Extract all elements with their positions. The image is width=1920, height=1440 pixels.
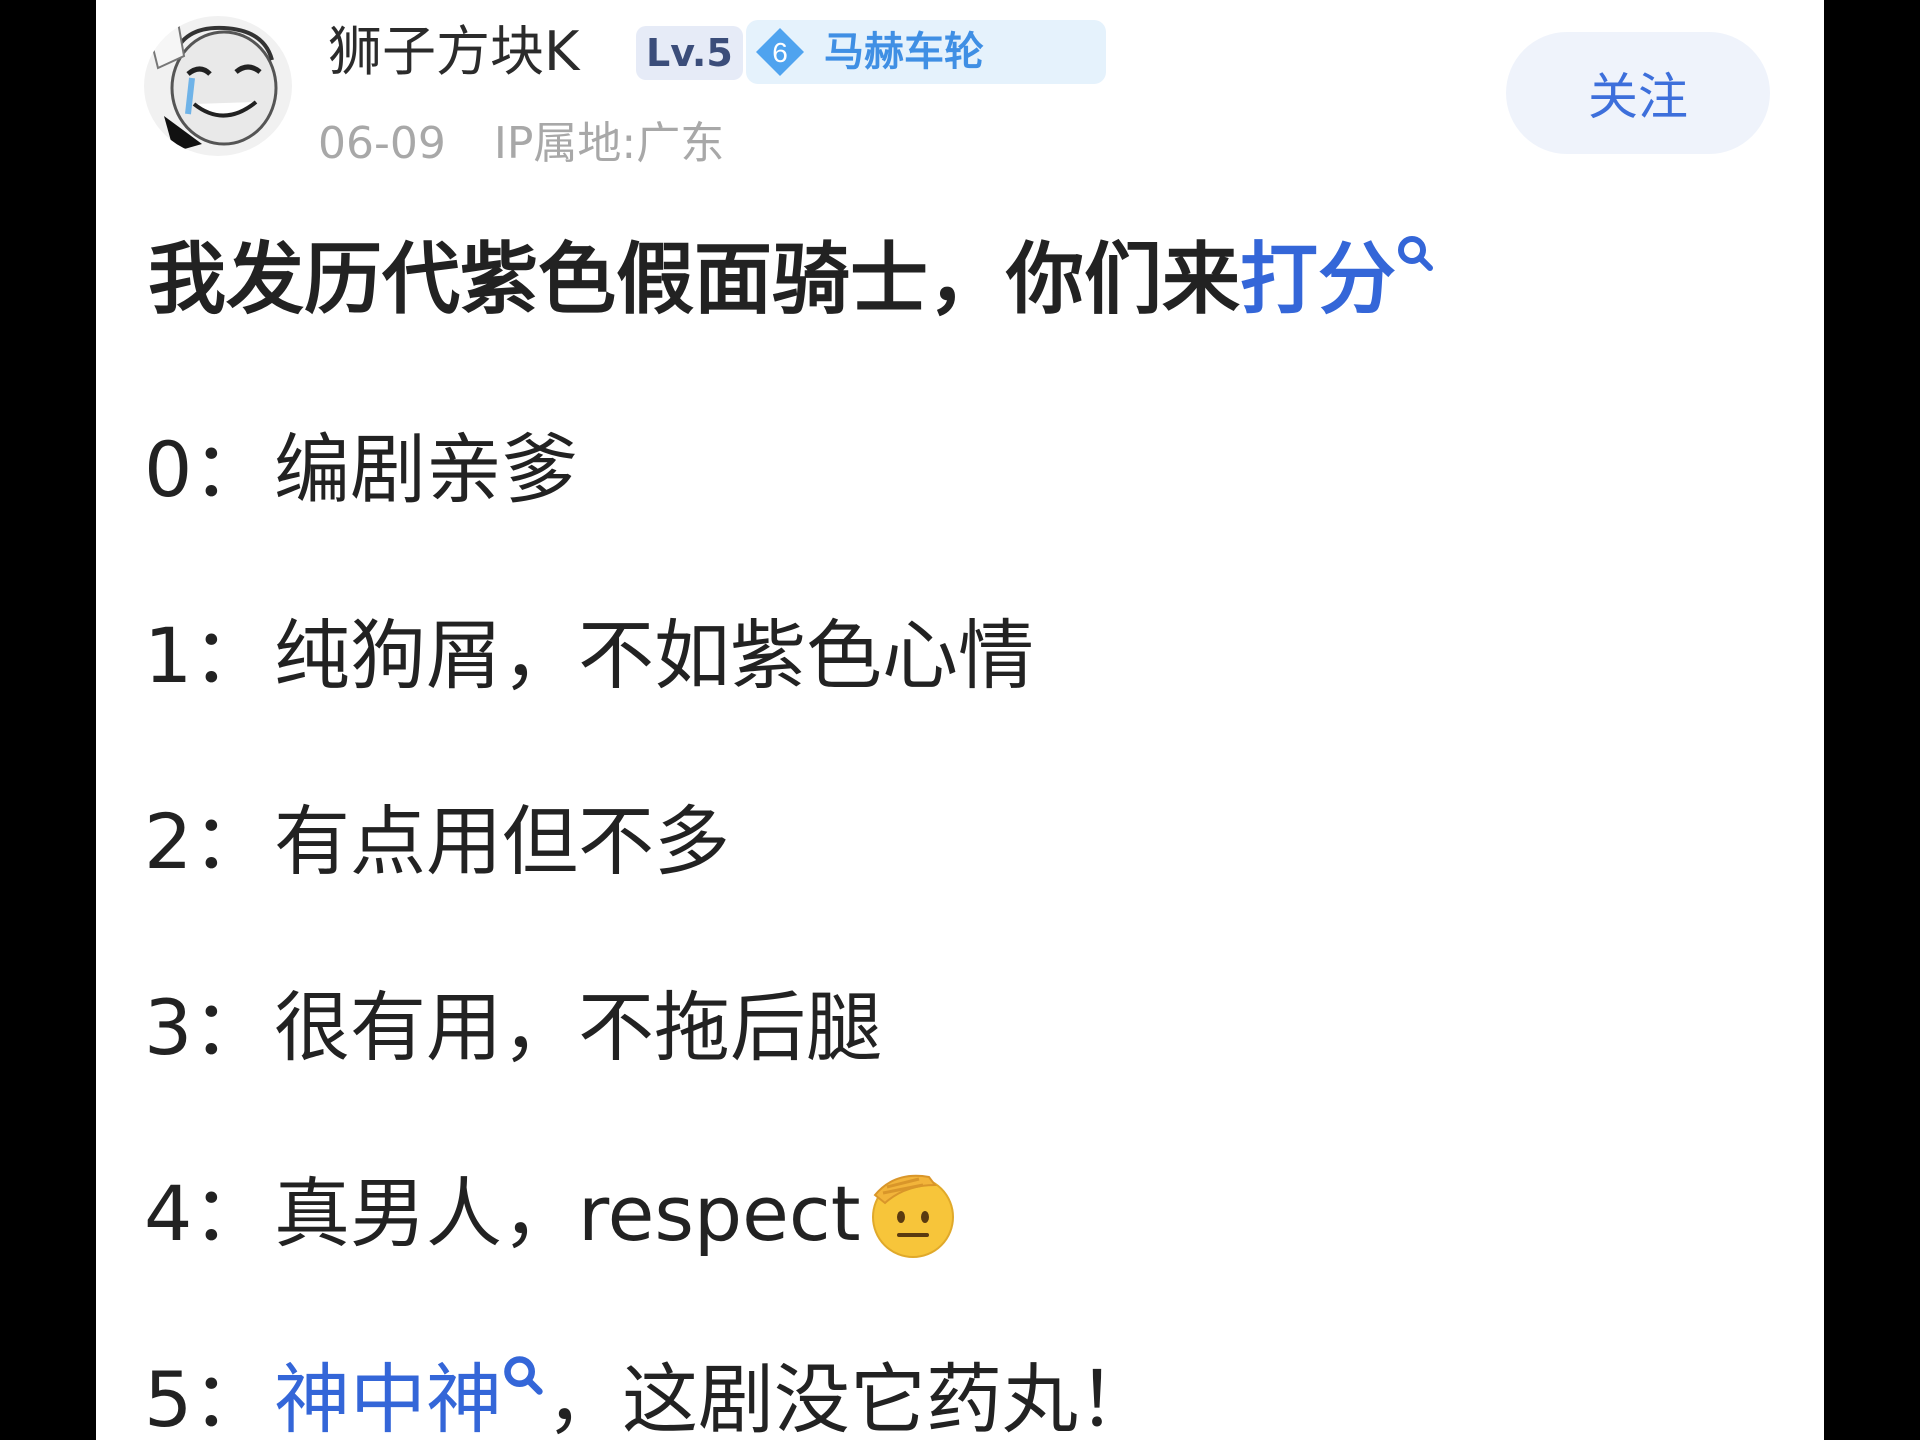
list-item: 0：编剧亲爹 bbox=[144, 420, 578, 520]
post-title: 我发历代紫色假面骑士，你们来打分 bbox=[148, 230, 1436, 330]
salute-face-icon bbox=[871, 1174, 954, 1258]
item-text: 真男人，respect bbox=[274, 1169, 861, 1258]
list-item: 2：有点用但不多 bbox=[144, 792, 730, 892]
fan-badge-level: 6 bbox=[772, 37, 788, 68]
list-item: 3：很有用，不拖后腿 bbox=[144, 978, 882, 1078]
item-number: 2： bbox=[144, 797, 269, 886]
item-text: 编剧亲爹 bbox=[274, 425, 578, 514]
item-text: ，这剧没它药丸！ bbox=[546, 1355, 1154, 1440]
post-date: 06-09 bbox=[318, 118, 446, 169]
author-name[interactable]: 狮子方块K bbox=[328, 16, 579, 88]
list-item: 5：神中神 ，这剧没它药丸！ bbox=[144, 1350, 1154, 1440]
item-number: 0： bbox=[144, 425, 269, 514]
ip-location: IP属地:广东 bbox=[493, 118, 725, 169]
search-icon[interactable] bbox=[1396, 234, 1436, 274]
fan-badge-name: 马赫车轮 bbox=[824, 29, 984, 75]
item-number: 1： bbox=[144, 611, 269, 700]
item-text: 纯狗屑，不如紫色心情 bbox=[274, 611, 1034, 700]
diamond-badge-icon: 6 bbox=[756, 28, 804, 76]
level-badge: Lv.5 bbox=[636, 26, 743, 80]
item-text: 很有用，不拖后腿 bbox=[274, 983, 882, 1072]
title-text: 我发历代紫色假面骑士，你们来 bbox=[148, 235, 1241, 325]
item-number: 3： bbox=[144, 983, 269, 1072]
list-item: 4：真男人，respect bbox=[144, 1164, 961, 1264]
avatar[interactable] bbox=[144, 16, 292, 156]
item-number: 5： bbox=[144, 1355, 269, 1440]
fan-badge[interactable]: 6 马赫车轮 bbox=[746, 20, 1106, 84]
post-meta: 06-09 IP属地:广东 bbox=[318, 112, 724, 176]
avatar-meme-face-icon bbox=[148, 20, 278, 152]
search-icon[interactable] bbox=[502, 1354, 546, 1398]
list-item: 1：纯狗屑，不如紫色心情 bbox=[144, 606, 1034, 706]
item-number: 4： bbox=[144, 1169, 269, 1258]
follow-button[interactable]: 关注 bbox=[1506, 32, 1770, 154]
item-search-link[interactable]: 神中神 bbox=[274, 1355, 502, 1440]
item-text: 有点用但不多 bbox=[274, 797, 730, 886]
title-search-link[interactable]: 打分 bbox=[1240, 235, 1396, 325]
post-panel: 狮子方块K Lv.5 6 马赫车轮 06-09 IP属地:广东 关注 我发历代紫色… bbox=[96, 0, 1824, 1440]
